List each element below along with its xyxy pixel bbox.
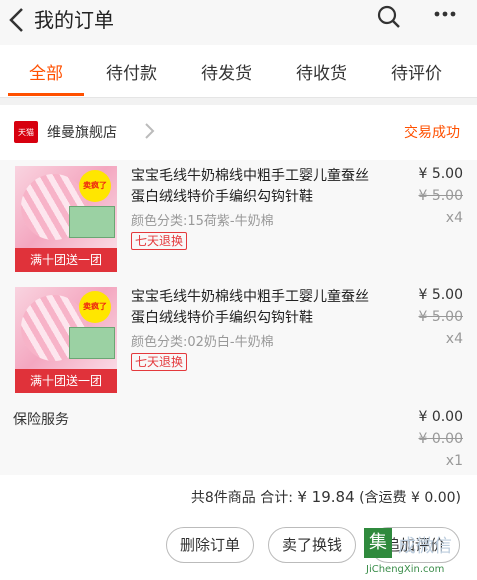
page-title: 我的订单 <box>34 8 114 32</box>
shop-row[interactable]: 天猫 维曼旗舰店 交易成功 <box>0 105 477 157</box>
watermark-logo: 集 <box>364 528 392 558</box>
thumb-promo-band: 满十团送一团 <box>15 369 117 393</box>
thumb-promo-tag: 卖疯了 <box>79 291 111 323</box>
item-quantity: x4 <box>445 331 463 347</box>
tab-all[interactable]: 全部 <box>29 59 63 84</box>
product-thumbnail[interactable]: 卖疯了 满十团送一团 <box>15 166 117 272</box>
watermark-text: 成微信 <box>398 536 452 557</box>
return-policy-badge: 七天退换 <box>131 232 188 250</box>
product-spec: 颜色分类:15荷紫-牛奶棉 <box>131 214 274 229</box>
top-bar: 我的订单 <box>0 0 477 45</box>
order-total: ¥ 19.84 <box>297 488 355 506</box>
item-price: ¥ 5.00 <box>418 287 463 303</box>
product-name[interactable]: 宝宝毛线牛奶棉线中粗手工婴儿童蚕丝蛋白绒线特价手编织勾钩针鞋 <box>131 166 375 208</box>
item-price: ¥ 5.00 <box>418 166 463 182</box>
insurance-label: 保险服务 <box>13 412 69 428</box>
item-quantity: x4 <box>445 210 463 226</box>
order-summary: 共8件商品 合计: ¥ 19.84 (含运费 ¥ 0.00) <box>191 487 461 507</box>
yarn-box-image <box>69 206 115 238</box>
item-original-price: ¥ 5.00 <box>418 309 463 325</box>
tab-pending-receipt[interactable]: 待收货 <box>296 59 347 84</box>
thumb-promo-band: 满十团送一团 <box>15 248 117 272</box>
product-name[interactable]: 宝宝毛线牛奶棉线中粗手工婴儿童蚕丝蛋白绒线特价手编织勾钩针鞋 <box>131 287 375 329</box>
watermark: 集 成微信 JiChengXin.com <box>360 526 477 580</box>
tmall-icon: 天猫 <box>14 121 38 143</box>
return-policy-badge: 七天退换 <box>131 353 188 371</box>
item-count: 共8件商品 <box>190 490 256 506</box>
order-item[interactable]: 卖疯了 满十团送一团 宝宝毛线牛奶棉线中粗手工婴儿童蚕丝蛋白绒线特价手编织勾钩针… <box>0 160 477 284</box>
watermark-url: JiChengXin.com <box>366 564 445 575</box>
more-icon[interactable] <box>432 4 458 30</box>
shipping-fee: (含运费 ¥ 0.00) <box>359 490 461 506</box>
order-tabs: 全部 待付款 待发货 待收货 待评价 <box>0 45 477 98</box>
product-thumbnail[interactable]: 卖疯了 满十团送一团 <box>15 287 117 393</box>
order-status: 交易成功 <box>404 125 460 141</box>
yarn-box-image <box>69 327 115 359</box>
thumb-promo-tag: 卖疯了 <box>79 170 111 202</box>
sell-for-cash-button[interactable]: 卖了换钱 <box>268 527 356 563</box>
insurance-price: ¥ 0.00 <box>418 409 463 425</box>
shop-name[interactable]: 维曼旗舰店 <box>47 122 117 142</box>
tab-pending-payment[interactable]: 待付款 <box>106 59 157 84</box>
order-card: 天猫 维曼旗舰店 交易成功 卖疯了 满十团送一团 宝宝毛线牛奶棉线中粗手工婴儿童… <box>0 105 477 580</box>
tab-pending-review[interactable]: 待评价 <box>391 59 442 84</box>
back-arrow-icon[interactable] <box>6 6 28 34</box>
item-original-price: ¥ 5.00 <box>418 188 463 204</box>
delete-order-button[interactable]: 删除订单 <box>166 527 254 563</box>
insurance-quantity: x1 <box>445 453 463 469</box>
order-item[interactable]: 卖疯了 满十团送一团 宝宝毛线牛奶棉线中粗手工婴儿童蚕丝蛋白绒线特价手编织勾钩针… <box>0 281 477 405</box>
chevron-right-icon <box>145 123 155 139</box>
tab-pending-shipment[interactable]: 待发货 <box>201 59 252 84</box>
total-label: 合计: <box>260 490 293 506</box>
insurance-original-price: ¥ 0.00 <box>418 431 463 447</box>
active-tab-indicator <box>8 93 84 96</box>
search-icon[interactable] <box>376 4 402 30</box>
product-spec: 颜色分类:02奶白-牛奶棉 <box>131 335 274 350</box>
insurance-row: 保险服务 ¥ 0.00 ¥ 0.00 x1 <box>0 403 477 475</box>
